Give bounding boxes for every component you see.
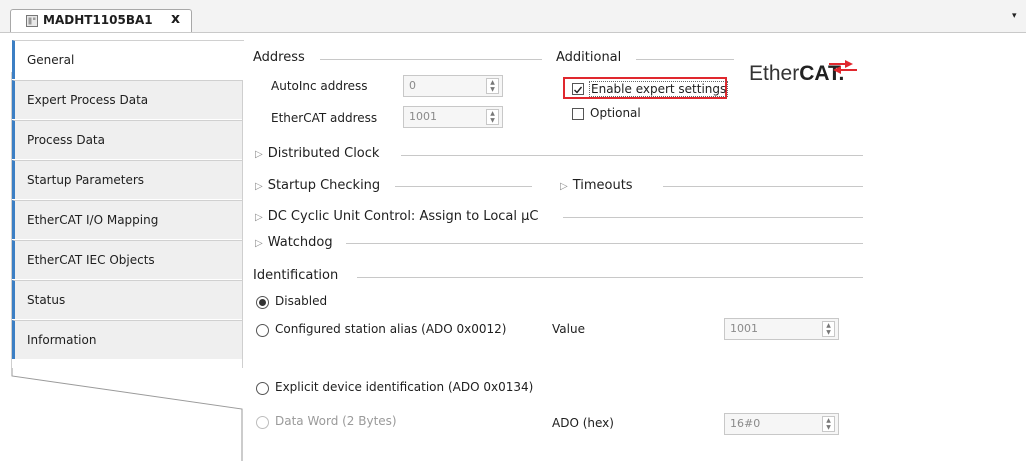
- additional-divider: [636, 59, 734, 60]
- distributed-clock-divider: [401, 155, 863, 156]
- optional-label[interactable]: Optional: [590, 106, 641, 120]
- expand-triangle-icon: ▷: [255, 212, 263, 223]
- logo-text-light: Ether: [749, 62, 800, 85]
- spinner-arrows-icon[interactable]: ▲ ▼: [486, 78, 499, 94]
- ethercat-address-value: 1001: [409, 110, 437, 123]
- startup-checking-label: Startup Checking: [267, 178, 381, 193]
- distributed-clock-toggle[interactable]: ▷ Distributed Clock: [255, 146, 379, 161]
- identification-divider: [357, 277, 863, 278]
- station-alias-value: 1001: [730, 322, 758, 335]
- spinner-arrows-icon[interactable]: ▲ ▼: [486, 109, 499, 125]
- data-word-label: Data Word (2 Bytes): [275, 414, 397, 428]
- document-tab[interactable]: MADHT1105BA1 x: [10, 9, 192, 32]
- additional-heading: Additional: [556, 50, 622, 65]
- side-panel-outline: [11, 72, 243, 461]
- distributed-clock-label: Distributed Clock: [267, 146, 380, 161]
- ado-hex-value: 16#0: [730, 417, 761, 430]
- optional-checkbox[interactable]: [572, 108, 584, 120]
- enable-expert-settings-checkbox[interactable]: [572, 83, 584, 95]
- autoinc-address-label: AutoInc address: [271, 79, 368, 93]
- expand-triangle-icon: ▷: [255, 181, 263, 192]
- configured-station-alias-radio[interactable]: [256, 324, 269, 337]
- dc-cyclic-toggle[interactable]: ▷ DC Cyclic Unit Control: Assign to Local…: [255, 209, 538, 224]
- identification-heading: Identification: [253, 268, 339, 283]
- document-tab-title: MADHT1105BA1: [43, 13, 153, 27]
- close-icon[interactable]: x: [171, 11, 180, 27]
- startup-checking-divider: [395, 186, 532, 187]
- explicit-device-identification-radio[interactable]: [256, 382, 269, 395]
- ethercat-logo: EtherCAT.: [749, 60, 857, 92]
- spinner-arrows-icon[interactable]: ▲ ▼: [822, 416, 835, 432]
- autoinc-address-value: 0: [409, 79, 416, 92]
- expand-triangle-icon: ▷: [255, 149, 263, 160]
- spinner-arrows-icon[interactable]: ▲ ▼: [822, 321, 835, 337]
- expand-triangle-icon: ▷: [255, 238, 263, 249]
- data-word-radio[interactable]: [256, 416, 269, 429]
- ado-hex-label: ADO (hex): [552, 416, 614, 430]
- address-heading: Address: [253, 50, 305, 65]
- dc-cyclic-divider: [563, 217, 863, 218]
- ethercat-address-label: EtherCAT address: [271, 111, 378, 125]
- address-divider: [320, 59, 542, 60]
- document-tab-strip: MADHT1105BA1 x ▾: [0, 0, 1026, 33]
- disabled-radio[interactable]: [256, 296, 269, 309]
- dc-cyclic-label: DC Cyclic Unit Control: Assign to Local …: [267, 209, 539, 224]
- watchdog-divider: [346, 243, 863, 244]
- timeouts-toggle[interactable]: ▷ Timeouts: [560, 178, 633, 193]
- value-label: Value: [552, 322, 585, 336]
- device-icon: [26, 15, 38, 27]
- watchdog-toggle[interactable]: ▷ Watchdog: [255, 235, 333, 250]
- check-icon: [574, 86, 583, 94]
- ado-hex-spinner[interactable]: 16#0 ▲ ▼: [724, 413, 839, 435]
- ethercat-address-spinner[interactable]: 1001 ▲ ▼: [403, 106, 503, 128]
- timeouts-label: Timeouts: [572, 178, 633, 193]
- logo-arrows-icon: [829, 60, 857, 74]
- watchdog-label: Watchdog: [267, 235, 333, 250]
- enable-expert-settings-label[interactable]: Enable expert settings: [589, 81, 729, 97]
- expand-triangle-icon: ▷: [560, 181, 568, 192]
- tab-overflow-arrow-icon[interactable]: ▾: [1012, 11, 1017, 21]
- timeouts-divider: [663, 186, 863, 187]
- side-tab-panel: General Expert Process Data Process Data…: [0, 32, 244, 461]
- explicit-device-identification-label[interactable]: Explicit device identification (ADO 0x01…: [275, 380, 533, 394]
- autoinc-address-spinner[interactable]: 0 ▲ ▼: [403, 75, 503, 97]
- startup-checking-toggle[interactable]: ▷ Startup Checking: [255, 178, 380, 193]
- station-alias-value-spinner[interactable]: 1001 ▲ ▼: [724, 318, 839, 340]
- disabled-label[interactable]: Disabled: [275, 294, 327, 308]
- configured-station-alias-label[interactable]: Configured station alias (ADO 0x0012): [275, 322, 507, 336]
